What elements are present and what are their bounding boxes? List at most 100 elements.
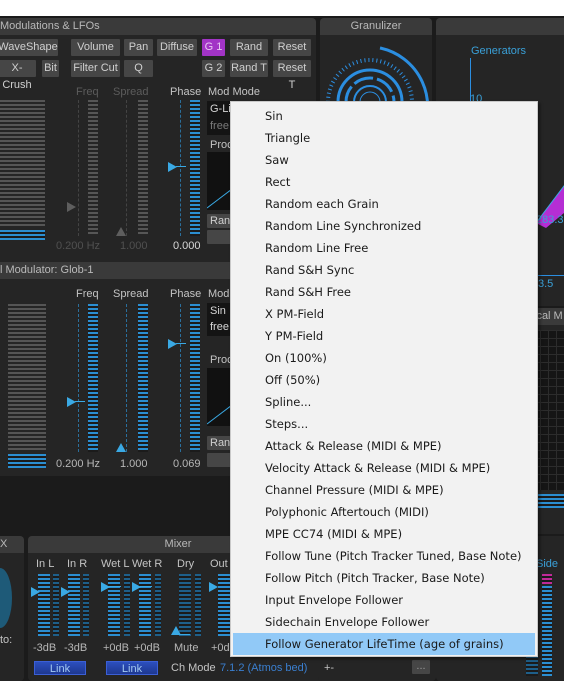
menu-item[interactable]: Channel Pressure (MIDI & MPE)	[233, 479, 535, 501]
menu-item[interactable]: On (100%)	[233, 347, 535, 369]
lfo2-freq-label: Freq	[76, 288, 99, 300]
lfo2-spread-label: Spread	[113, 288, 149, 300]
lfo2-phase-handle-icon[interactable]	[168, 339, 177, 349]
volume-button[interactable]: Volume	[71, 39, 120, 56]
menu-item[interactable]: Random Line Free	[233, 237, 535, 259]
lfo2-phase-slider[interactable]	[190, 304, 200, 452]
lfo2-phase-curve	[166, 304, 181, 452]
lfo2-spread-value: 1.000	[120, 458, 148, 470]
menu-item[interactable]: Input Envelope Follower	[233, 589, 535, 611]
mixer-out-fader[interactable]	[218, 574, 230, 636]
lfo2-spread-slider[interactable]	[138, 304, 148, 452]
menu-item[interactable]: Y PM-Field	[233, 325, 535, 347]
lfo1-freq-slider[interactable]	[88, 100, 98, 236]
mixer-wet-l-meter	[124, 574, 130, 636]
menu-item[interactable]: X PM-Field	[233, 303, 535, 325]
menu-item[interactable]: Sin	[233, 105, 535, 127]
q-button[interactable]: Q	[124, 60, 153, 77]
lfo1-waveform-level	[0, 230, 45, 240]
ch-mode-label: Ch Mode	[171, 662, 216, 674]
more-button[interactable]: ...	[412, 660, 430, 674]
lfo1-phase-handle-icon[interactable]	[168, 162, 177, 172]
menu-item[interactable]: Spline...	[233, 391, 535, 413]
g2-button[interactable]: G 2	[202, 60, 225, 77]
mixer-out-label: Out	[210, 558, 228, 570]
mixer-dry-label: Dry	[177, 558, 195, 570]
rand-button[interactable]: Rand	[230, 39, 268, 56]
reset-button[interactable]: Reset	[273, 39, 311, 56]
mixer-wet-link-button[interactable]: Link	[106, 661, 158, 675]
menu-item[interactable]: Saw	[233, 149, 535, 171]
lfo1-freq-handle-icon[interactable]	[67, 202, 76, 212]
lfo2-waveform-display	[8, 304, 46, 452]
mixer-in-l-label: In L	[36, 558, 55, 570]
mixer-wet-l-label: Wet L	[101, 558, 130, 570]
diffuse-button[interactable]: Diffuse	[157, 39, 197, 56]
menu-item[interactable]: Triangle	[233, 127, 535, 149]
menu-item[interactable]: Random Line Synchronized	[233, 215, 535, 237]
mixer-out-handle-icon[interactable]	[209, 582, 218, 592]
g1-button[interactable]: G 1	[202, 39, 225, 56]
mixer-in-r-value: -3dB	[64, 642, 88, 654]
menu-item[interactable]: Polyphonic Aftertouch (MIDI)	[233, 501, 535, 523]
filter-cut-button[interactable]: Filter Cut	[71, 60, 120, 77]
menu-item[interactable]: Follow Generator LifeTime (age of grains…	[233, 633, 535, 655]
generators-label: Generators	[471, 45, 527, 57]
menu-item[interactable]: Sidechain Envelope Follower	[233, 611, 535, 633]
waveshape-button[interactable]: WaveShape	[0, 39, 58, 56]
lfo2-phase-label: Phase	[170, 288, 202, 300]
mixer-input-link-button[interactable]: Link	[34, 661, 86, 675]
mixer-wet-l-handle-line	[109, 586, 121, 587]
menu-item[interactable]: Follow Pitch (Pitch Tracker, Base Note)	[233, 567, 535, 589]
side-label: Side	[536, 558, 559, 570]
menu-item[interactable]: Rect	[233, 171, 535, 193]
plus-minus-field[interactable]: +-	[324, 662, 334, 674]
lfo2-freq-slider[interactable]	[88, 304, 98, 452]
modulations-panel-header: Modulations & LFOs	[0, 18, 316, 35]
lfo2-spread-curve	[112, 304, 127, 452]
generators-header	[436, 18, 564, 35]
mixer-wet-r-handle-icon[interactable]	[132, 582, 141, 592]
lfo1-freq-label: Freq	[76, 86, 99, 98]
lfo1-phase-handle-line	[176, 166, 186, 167]
menu-item[interactable]: Rand S&H Sync	[233, 259, 535, 281]
mixer-in-l-handle-icon[interactable]	[31, 587, 40, 597]
lfo2-spread-handle-icon[interactable]	[116, 443, 126, 452]
mixer-dry-value: Mute	[174, 642, 199, 654]
mixer-in-r-fader[interactable]	[68, 574, 80, 636]
menu-item[interactable]: MPE CC74 (MIDI & MPE)	[233, 523, 535, 545]
left-bottom-knob[interactable]	[0, 568, 12, 628]
lfo1-spread-handle-icon[interactable]	[116, 227, 126, 236]
menu-item[interactable]: Attack & Release (MIDI & MPE)	[233, 435, 535, 457]
menu-item[interactable]: Rand S&H Free	[233, 281, 535, 303]
menu-item[interactable]: Random each Grain	[233, 193, 535, 215]
ch-mode-select[interactable]: 7.1.2 (Atmos bed)	[220, 662, 307, 674]
mixer-wet-l-handle-icon[interactable]	[101, 582, 110, 592]
menu-item[interactable]: Off (50%)	[233, 369, 535, 391]
menu-item[interactable]: Steps...	[233, 413, 535, 435]
reset-t-button[interactable]: Reset T	[273, 60, 311, 91]
menu-item[interactable]: Follow Tune (Pitch Tracker Tuned, Base N…	[233, 545, 535, 567]
side-meter-2	[526, 656, 538, 676]
pan-button[interactable]: Pan	[124, 39, 153, 56]
mod-mode-menu: Sin Triangle Saw Rect Random each Grain Rando…	[230, 101, 538, 657]
mixer-in-r-label: In R	[67, 558, 88, 570]
lfo1-mod-mode-label: Mod Mode	[208, 86, 260, 98]
lfo2-freq-handle-line	[75, 401, 85, 402]
mixer-dry-meter	[195, 574, 201, 636]
rand-t-button[interactable]: Rand T	[230, 60, 268, 77]
lfo1-phase-slider[interactable]	[190, 100, 200, 236]
x-crush-button[interactable]: X-Crush	[0, 60, 36, 91]
generators-value-1: 283.3	[536, 214, 564, 226]
lfo1-spread-value: 1.000	[120, 240, 148, 252]
lfo1-spread-slider[interactable]	[138, 100, 148, 236]
lfo2-waveform-level	[8, 454, 46, 468]
left-bottom-label: to:	[0, 634, 13, 646]
menu-item[interactable]: Velocity Attack & Release (MIDI & MPE)	[233, 457, 535, 479]
bit-button[interactable]: Bit	[42, 60, 59, 77]
granulizer-title: Granulizer	[350, 20, 402, 32]
mixer-in-r-handle-icon[interactable]	[61, 587, 70, 597]
mixer-in-l-fader[interactable]	[38, 574, 50, 636]
lfo2-freq-handle-icon[interactable]	[67, 397, 76, 407]
left-bottom-title: X	[0, 538, 8, 550]
